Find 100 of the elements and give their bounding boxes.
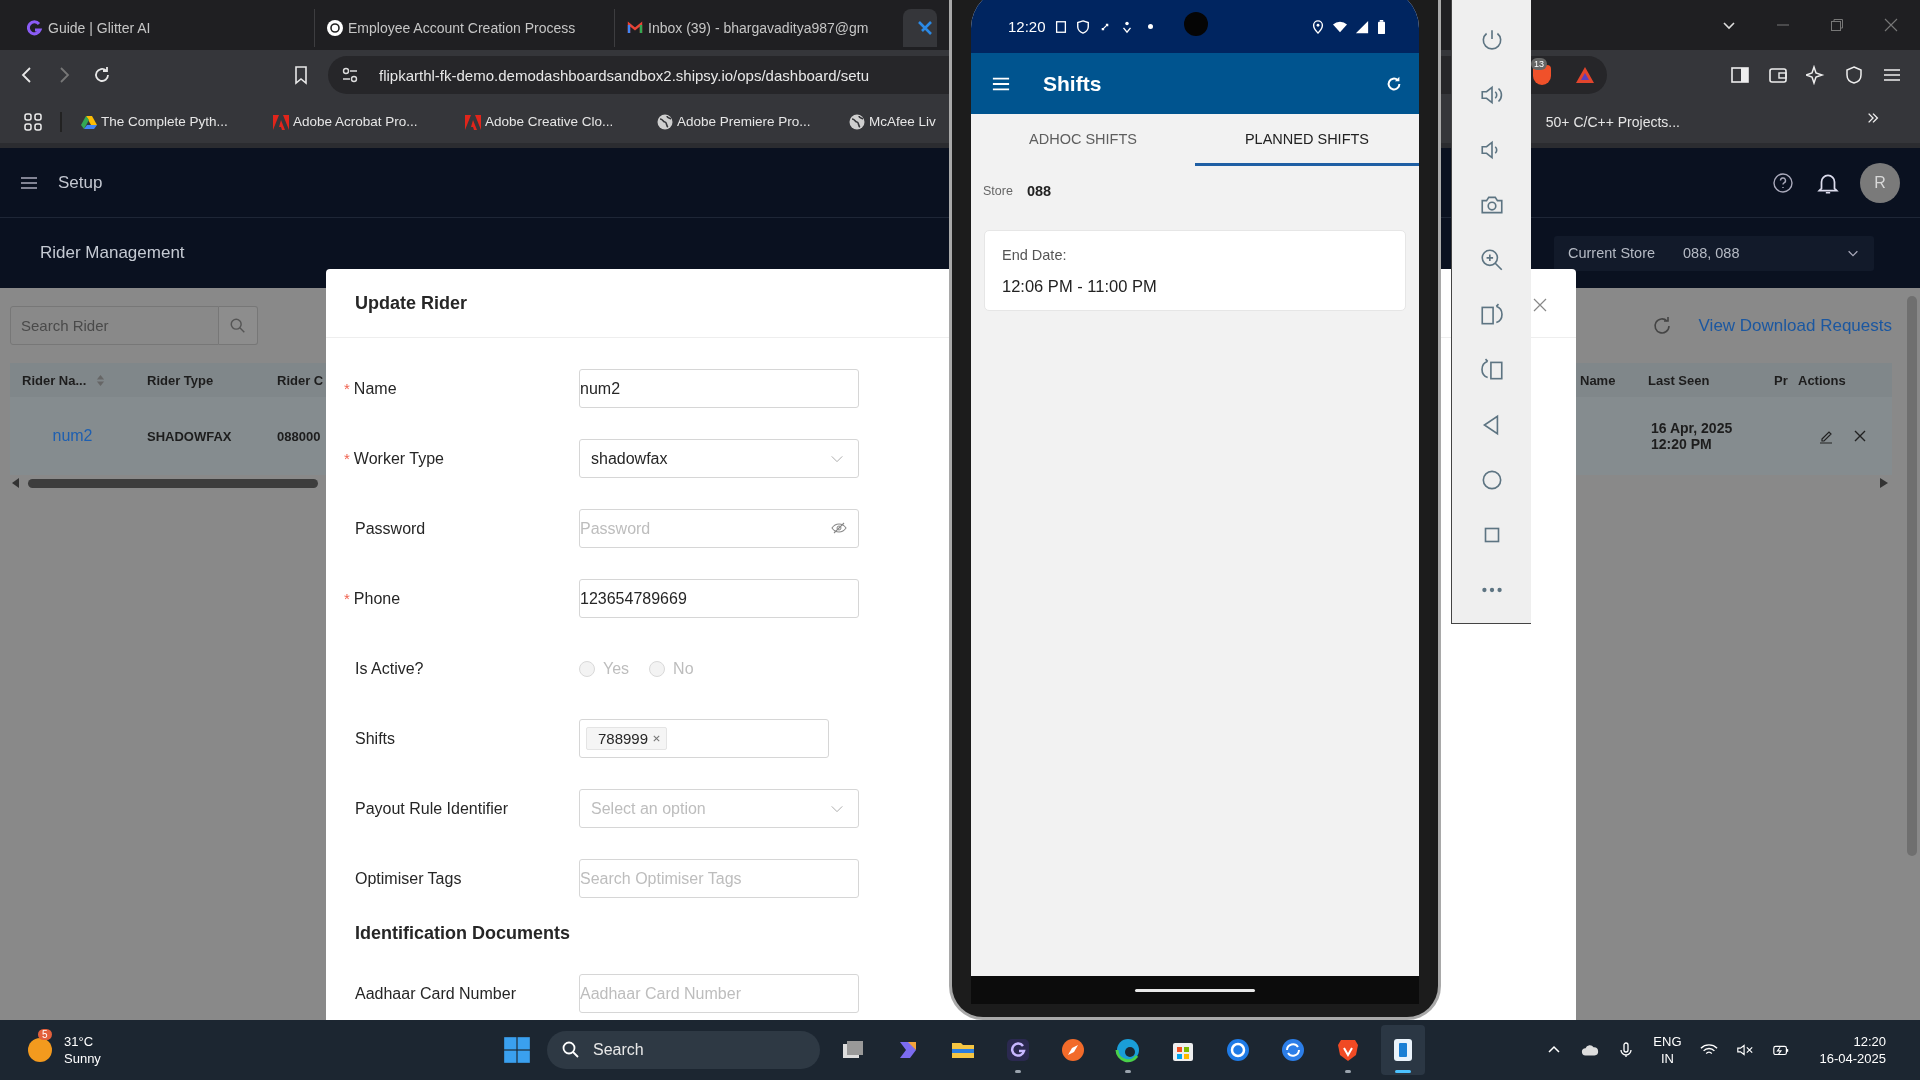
select-field[interactable]: shadowfax bbox=[579, 439, 859, 478]
browser-tab[interactable] bbox=[903, 9, 937, 47]
column-header: Actions bbox=[1792, 363, 1892, 397]
zoom-in-icon[interactable] bbox=[1478, 247, 1505, 273]
field-label: Payout Rule Identifier bbox=[354, 799, 509, 818]
section-heading: Identification Documents bbox=[355, 923, 571, 944]
sparkle-icon[interactable] bbox=[1806, 65, 1826, 85]
bookmark[interactable]: 50+ C/C++ Projects... bbox=[1545, 113, 1680, 130]
close-icon[interactable] bbox=[1532, 297, 1548, 313]
adobe-logo-icon bbox=[273, 113, 289, 130]
card-label: End Date: bbox=[1002, 247, 1068, 263]
location-icon bbox=[1311, 19, 1325, 34]
apps-grid-icon[interactable] bbox=[23, 111, 43, 132]
taskbar-app[interactable] bbox=[1381, 1025, 1425, 1075]
dialog-title: Update Rider bbox=[355, 292, 468, 314]
bookmark[interactable]: Adobe Creative Clo... bbox=[465, 113, 657, 130]
edge-logo-icon bbox=[1114, 1036, 1142, 1064]
bookmark[interactable]: McAfee Liv bbox=[849, 113, 936, 130]
column-header: Last Seen bbox=[1636, 363, 1760, 397]
status-time: 12:20 bbox=[1008, 18, 1046, 35]
wallet-icon[interactable] bbox=[1768, 65, 1788, 85]
remove-icon[interactable] bbox=[652, 734, 662, 743]
cloud-icon[interactable] bbox=[1581, 1042, 1600, 1058]
scrollbar[interactable] bbox=[1907, 296, 1917, 856]
field-label: Is Active? bbox=[354, 659, 425, 678]
field-label: * Worker Type bbox=[344, 449, 445, 468]
shift-tab[interactable]: ADHOC SHIFTS bbox=[971, 114, 1195, 166]
input-field[interactable]: Aadhaar Card Number bbox=[579, 974, 859, 1013]
bookmark[interactable]: Adobe Premiere Pro... bbox=[657, 113, 849, 130]
shift-time: 12:06 PM - 11:00 PM bbox=[1002, 277, 1158, 296]
close-icon[interactable] bbox=[1883, 17, 1899, 33]
running-indicator bbox=[1395, 1070, 1411, 1073]
password-field[interactable]: Password bbox=[579, 509, 859, 548]
current-store-dropdown[interactable]: Current Store 088, 088 bbox=[1554, 235, 1874, 271]
scrollbar-thumb[interactable] bbox=[28, 478, 318, 488]
ring-icon bbox=[1224, 1036, 1252, 1064]
tag-select-field[interactable]: 788999 bbox=[579, 719, 829, 758]
input-field[interactable]: 123654789669 bbox=[579, 579, 859, 618]
screen-title: Shifts bbox=[1043, 71, 1102, 96]
site-settings-icon bbox=[340, 65, 360, 85]
home-indicator[interactable] bbox=[1135, 988, 1255, 992]
wifi-icon bbox=[1333, 19, 1347, 34]
scroll-right-icon[interactable] bbox=[1880, 478, 1888, 488]
shield-icon bbox=[1075, 19, 1090, 34]
shift-tab[interactable]: PLANNED SHIFTS bbox=[1195, 114, 1419, 166]
weather-sun-icon[interactable] bbox=[28, 1038, 52, 1062]
camera-hole-icon bbox=[1184, 12, 1208, 36]
openai-logo-icon bbox=[327, 20, 343, 36]
battery-icon bbox=[1377, 19, 1386, 34]
input-field[interactable]: Search Optimiser Tags bbox=[579, 859, 859, 898]
weather-condition: Sunny bbox=[64, 1050, 101, 1067]
g-logo-icon bbox=[1004, 1036, 1032, 1064]
hidden-eye-icon[interactable] bbox=[831, 520, 847, 536]
field-label: * Name bbox=[344, 379, 398, 398]
tag: 788999 bbox=[586, 727, 668, 750]
globe-icon bbox=[849, 113, 865, 130]
adobe-logo-icon bbox=[465, 113, 481, 130]
rewards-triangle-icon[interactable] bbox=[1575, 65, 1595, 85]
volume-muted-icon[interactable] bbox=[1735, 1042, 1754, 1058]
glitter-logo-icon bbox=[27, 20, 43, 36]
vpn-shield-icon[interactable] bbox=[1844, 65, 1864, 85]
temperature: 31°C bbox=[64, 1033, 95, 1050]
field-label: Aadhaar Card Number bbox=[354, 984, 517, 1003]
globe-icon bbox=[657, 113, 673, 130]
input-field[interactable]: num2 bbox=[579, 369, 859, 408]
signal-icon bbox=[1355, 19, 1369, 34]
column-header: Rider Type bbox=[135, 363, 265, 397]
field-label: Optimiser Tags bbox=[354, 869, 463, 888]
browser-tab[interactable]: Employee Account Creation Process bbox=[315, 9, 615, 47]
shift-card[interactable]: End Date: 12:06 PM - 11:00 PM bbox=[984, 230, 1406, 311]
table-cell: 16 Apr, 2025 12:20 PM bbox=[1636, 397, 1760, 475]
shipsy-logo-icon bbox=[917, 20, 933, 36]
start-icon[interactable] bbox=[503, 1036, 531, 1064]
app-title: Setup bbox=[58, 172, 103, 193]
search-icon bbox=[561, 1040, 581, 1060]
bookmark[interactable]: Adobe Acrobat Pro... bbox=[273, 113, 465, 130]
language-indicator[interactable]: ENG IN bbox=[1653, 1033, 1682, 1067]
delete-icon[interactable] bbox=[1852, 428, 1868, 444]
table-cell: SHADOWFAX bbox=[135, 397, 265, 475]
screenshot-icon bbox=[1053, 19, 1068, 34]
help-icon[interactable] bbox=[1771, 170, 1795, 195]
bookmark[interactable]: The Complete Pyth... bbox=[81, 113, 273, 130]
gmail-logo-icon bbox=[627, 20, 643, 36]
browser-tab[interactable]: Inbox (39) - bhargavaditya987@gm bbox=[615, 9, 901, 47]
taskbar-search[interactable]: Search bbox=[547, 1031, 820, 1069]
sidebar-icon[interactable] bbox=[1730, 65, 1750, 85]
clock[interactable]: 12:20 16-04-2025 bbox=[1819, 1033, 1886, 1067]
search-field[interactable]: Search Rider bbox=[10, 306, 219, 345]
store-value: 088 bbox=[1026, 183, 1052, 199]
browser-tab[interactable]: Guide | Glitter AI bbox=[15, 9, 315, 47]
more-bookmarks-icon[interactable] bbox=[1866, 111, 1880, 125]
running-indicator bbox=[1345, 1070, 1351, 1073]
sync-icon bbox=[1279, 1036, 1307, 1064]
field-label: Shifts bbox=[354, 729, 396, 748]
page-title: Rider Management bbox=[40, 243, 185, 263]
field-label: * Phone bbox=[344, 589, 402, 608]
reload-icon[interactable] bbox=[92, 65, 112, 85]
scroll-left-icon[interactable] bbox=[12, 478, 20, 488]
restore-icon[interactable] bbox=[1829, 17, 1845, 33]
column-header: Pr bbox=[1760, 363, 1792, 397]
